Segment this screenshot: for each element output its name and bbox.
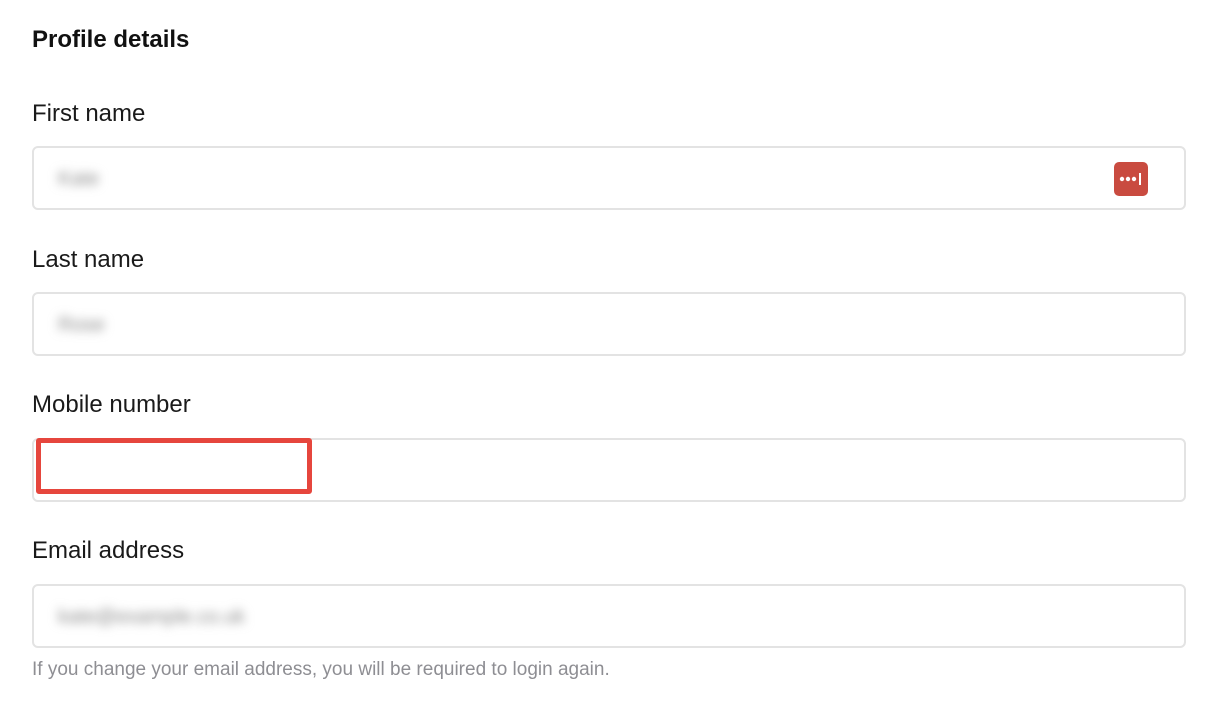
email-address-label: Email address bbox=[32, 537, 185, 564]
mobile-number-label: Mobile number bbox=[32, 391, 191, 418]
last-name-value: Rose bbox=[58, 314, 105, 336]
last-name-field[interactable]: Rose bbox=[32, 292, 1186, 356]
first-name-field[interactable]: Kate bbox=[32, 146, 1186, 210]
email-address-value: kate@example.co.uk bbox=[58, 606, 246, 628]
last-name-label: Last name bbox=[32, 246, 145, 273]
mobile-number-field[interactable] bbox=[32, 438, 1186, 502]
first-name-label: First name bbox=[32, 100, 146, 127]
password-manager-icon[interactable] bbox=[1114, 162, 1148, 196]
first-name-value: Kate bbox=[58, 168, 100, 190]
email-help-text: If you change your email address, you wi… bbox=[32, 659, 610, 680]
profile-details-form: Profile details First name Kate Last nam… bbox=[0, 0, 1218, 704]
email-address-field[interactable]: kate@example.co.uk bbox=[32, 584, 1186, 648]
section-title: Profile details bbox=[32, 26, 190, 53]
redaction-box bbox=[36, 438, 312, 494]
